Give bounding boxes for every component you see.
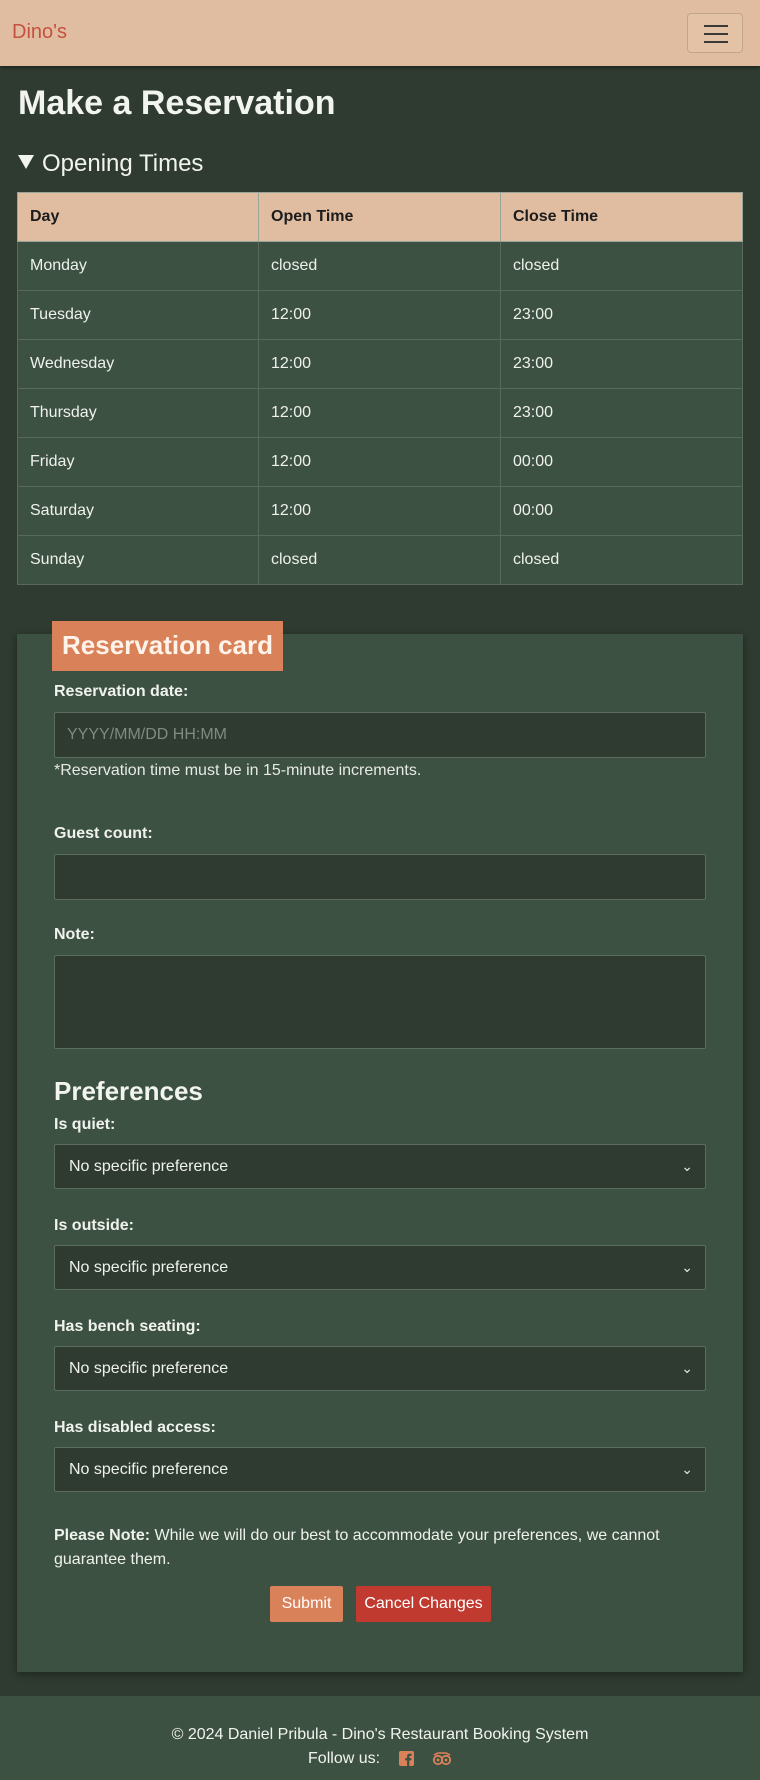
cancel-changes-button[interactable]: Cancel Changes xyxy=(356,1586,491,1622)
pref-label-disabled-access: Has disabled access: xyxy=(54,1419,216,1436)
brand-link[interactable]: Dino's xyxy=(12,21,67,44)
pref-select-outside[interactable]: No specific preference ⌄ xyxy=(54,1245,706,1290)
close-time-cell: closed xyxy=(500,241,743,291)
footer-copyright: © 2024 Daniel Pribula - Dino's Restauran… xyxy=(171,1726,589,1743)
opening-times-toggle[interactable]: Opening Times xyxy=(18,150,203,178)
open-time-cell: 12:00 xyxy=(258,339,501,389)
note-field[interactable] xyxy=(54,955,706,1049)
day-cell: Monday xyxy=(17,241,259,291)
open-time-cell: 12:00 xyxy=(258,388,501,438)
column-header-open-time: Open Time xyxy=(258,192,501,242)
facebook-icon[interactable] xyxy=(398,1751,414,1771)
table-row: Tuesday 12:00 23:00 xyxy=(17,290,743,340)
day-cell: Thursday xyxy=(17,388,259,438)
pref-label-quiet: Is quiet: xyxy=(54,1116,116,1133)
table-row: Saturday 12:00 00:00 xyxy=(17,486,743,536)
chevron-down-icon: ⌄ xyxy=(681,1158,693,1174)
day-cell: Wednesday xyxy=(17,339,259,389)
table-row: Wednesday 12:00 23:00 xyxy=(17,339,743,389)
card-header: Reservation card xyxy=(52,621,283,671)
open-time-cell: 12:00 xyxy=(258,437,501,487)
pref-select-value: No specific preference xyxy=(69,1259,229,1276)
hamburger-menu-icon xyxy=(704,25,728,27)
submit-button[interactable]: Submit xyxy=(270,1586,343,1622)
day-cell: Sunday xyxy=(17,535,259,585)
table-row: Monday closed closed xyxy=(17,241,743,291)
open-time-cell: closed xyxy=(258,535,501,585)
chevron-down-icon: ⌄ xyxy=(681,1259,693,1275)
preferences-disclaimer: Please Note: While we will do our best t… xyxy=(54,1524,694,1572)
reservation-date-input[interactable] xyxy=(55,713,705,757)
tripadvisor-icon[interactable] xyxy=(432,1752,452,1771)
close-time-cell: 23:00 xyxy=(500,290,743,340)
opening-times-summary: Opening Times xyxy=(42,150,204,177)
opening-times-table: Day Open Time Close Time Monday closed clo… xyxy=(17,192,743,585)
guest-count-input[interactable] xyxy=(55,855,705,899)
pref-select-value: No specific preference xyxy=(69,1360,229,1377)
guest-count-field[interactable] xyxy=(54,854,706,900)
close-time-cell: 23:00 xyxy=(500,388,743,438)
note-textarea[interactable] xyxy=(55,956,705,1048)
pref-select-disabled-access[interactable]: No specific preference ⌄ xyxy=(54,1447,706,1492)
column-header-close-time: Close Time xyxy=(500,192,743,242)
open-time-cell: 12:00 xyxy=(258,290,501,340)
column-header-day: Day xyxy=(17,192,259,242)
table-row: Friday 12:00 00:00 xyxy=(17,437,743,487)
reservation-date-field[interactable] xyxy=(54,712,706,758)
triangle-down-icon xyxy=(18,155,34,169)
pref-select-quiet[interactable]: No specific preference ⌄ xyxy=(54,1144,706,1189)
pref-select-value: No specific preference xyxy=(69,1461,229,1478)
footer-follow: Follow us: xyxy=(0,1750,760,1771)
preferences-title: Preferences xyxy=(54,1076,203,1106)
navbar-toggle-button[interactable] xyxy=(687,13,743,53)
open-time-cell: 12:00 xyxy=(258,486,501,536)
navbar: Dino's xyxy=(0,0,760,66)
table-row: Sunday closed closed xyxy=(17,535,743,585)
reservation-date-label: Reservation date: xyxy=(54,683,189,700)
follow-us-label: Follow us: xyxy=(308,1750,381,1767)
guest-count-label: Guest count: xyxy=(54,825,153,842)
chevron-down-icon: ⌄ xyxy=(681,1360,693,1376)
pref-select-bench[interactable]: No specific preference ⌄ xyxy=(54,1346,706,1391)
chevron-down-icon: ⌄ xyxy=(681,1461,693,1477)
table-header-row: Day Open Time Close Time xyxy=(17,192,743,242)
reservation-card: Reservation card Reservation date: *Rese… xyxy=(17,621,743,1672)
footer: © 2024 Daniel Pribula - Dino's Restauran… xyxy=(0,1696,760,1780)
pref-select-value: No specific preference xyxy=(69,1158,229,1175)
close-time-cell: 00:00 xyxy=(500,437,743,487)
table-row: Thursday 12:00 23:00 xyxy=(17,388,743,438)
close-time-cell: 23:00 xyxy=(500,339,743,389)
day-cell: Tuesday xyxy=(17,290,259,340)
close-time-cell: closed xyxy=(500,535,743,585)
close-time-cell: 00:00 xyxy=(500,486,743,536)
pref-label-outside: Is outside: xyxy=(54,1217,135,1234)
pref-label-bench: Has bench seating: xyxy=(54,1318,201,1335)
note-label: Note: xyxy=(54,926,95,943)
disclaimer-strong: Please Note: xyxy=(54,1527,151,1544)
reservation-date-hint: *Reservation time must be in 15-minute i… xyxy=(54,762,422,779)
day-cell: Friday xyxy=(17,437,259,487)
page-title: Make a Reservation xyxy=(18,84,336,122)
day-cell: Saturday xyxy=(17,486,259,536)
open-time-cell: closed xyxy=(258,241,501,291)
